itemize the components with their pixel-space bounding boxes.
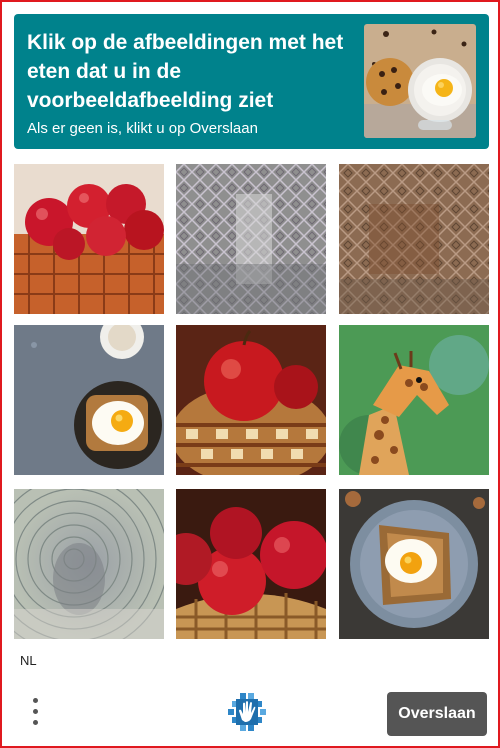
- challenge-subprompt: Als er geen is, klikt u op Overslaan: [27, 120, 258, 137]
- vertical-dots-icon[interactable]: [26, 696, 46, 730]
- grid-cell-6[interactable]: [339, 325, 489, 475]
- grid-cell-2[interactable]: [176, 164, 326, 314]
- captcha-frame: Klik op de afbeeldingen met het eten dat…: [0, 0, 500, 748]
- challenge-prompt: Klik op de afbeeldingen met het eten dat…: [27, 31, 344, 112]
- grid-cell-7[interactable]: [14, 489, 164, 639]
- grid-cell-4[interactable]: [14, 325, 164, 475]
- grid-cell-1[interactable]: [14, 164, 164, 314]
- grid-cell-3[interactable]: [339, 164, 489, 314]
- grid-cell-8[interactable]: [176, 489, 326, 639]
- skip-button[interactable]: Overslaan: [387, 692, 487, 736]
- grid-cell-5[interactable]: [176, 325, 326, 475]
- grid-cell-9[interactable]: [339, 489, 489, 639]
- challenge-header: Klik op de afbeeldingen met het eten dat…: [14, 14, 489, 149]
- language-label[interactable]: NL: [20, 653, 37, 668]
- hand-logo-icon[interactable]: [228, 693, 266, 731]
- example-image: [364, 24, 476, 138]
